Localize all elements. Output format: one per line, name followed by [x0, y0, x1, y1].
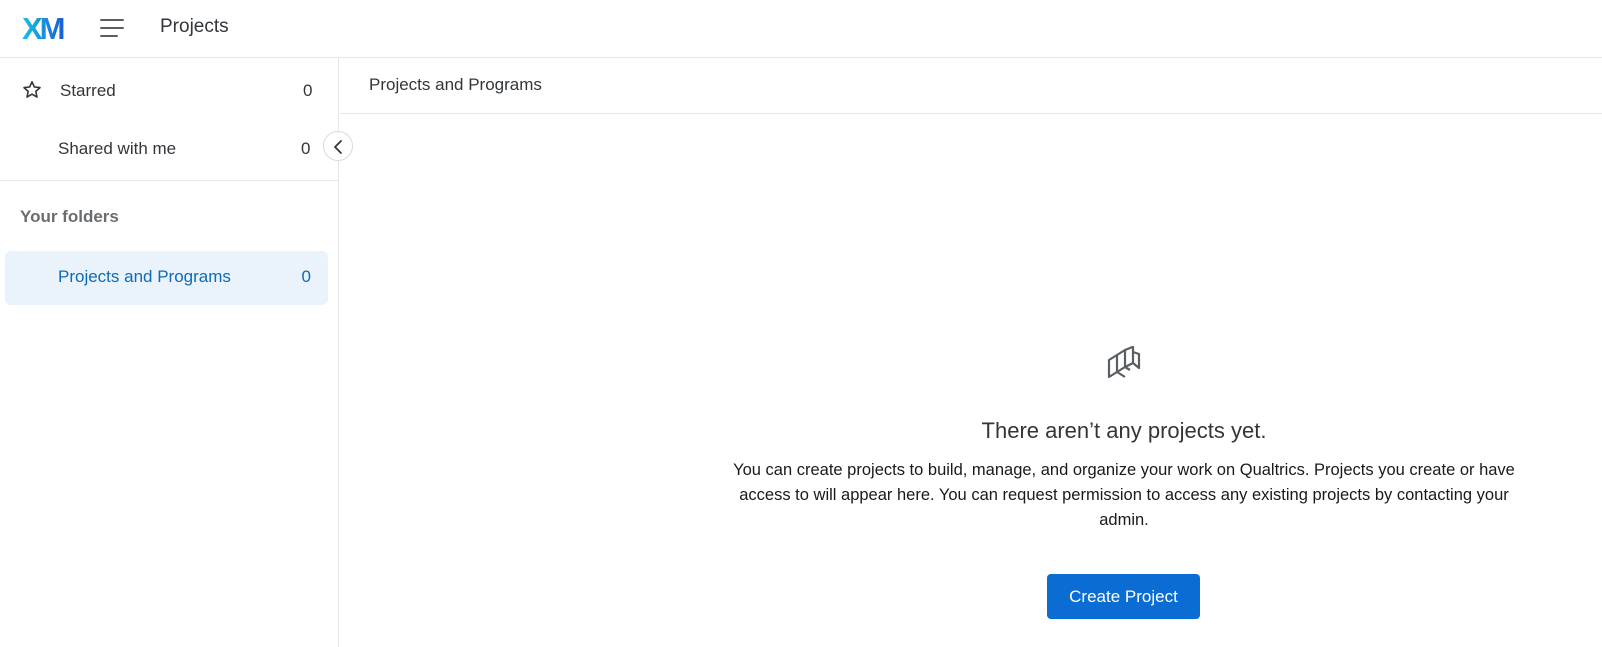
logo-text: XM	[22, 11, 64, 43]
star-icon	[23, 81, 41, 98]
breadcrumb: Projects and Programs	[340, 58, 1602, 114]
sidebar-item-shared-with-me[interactable]: Shared with me 0	[0, 124, 339, 176]
hamburger-menu-icon[interactable]	[98, 16, 126, 40]
sidebar-item-label: Shared with me	[58, 139, 177, 158]
sidebar-divider	[0, 180, 338, 181]
create-project-button[interactable]: Create Project	[1047, 574, 1200, 619]
sidebar-item-label: Starred	[60, 81, 116, 100]
breadcrumb-current: Projects and Programs	[369, 75, 542, 94]
app-title: Projects	[160, 16, 229, 37]
xm-logo[interactable]: XM	[22, 11, 70, 43]
top-bar: XM Projects	[0, 0, 1602, 58]
folder-label: Projects and Programs	[58, 267, 231, 286]
collapse-sidebar-button[interactable]	[323, 131, 353, 161]
sidebar-item-count: 0	[303, 81, 313, 100]
folder-item-projects-and-programs[interactable]: Projects and Programs 0	[5, 251, 328, 305]
folder-count: 0	[301, 267, 311, 286]
sidebar-item-count: 0	[301, 139, 311, 158]
your-folders-heading: Your folders	[20, 207, 119, 226]
chevron-left-icon	[334, 140, 342, 154]
sidebar: Starred 0 Shared with me 0 Your folders …	[0, 58, 339, 647]
sidebar-item-starred[interactable]: Starred 0	[0, 66, 339, 118]
main-content: Projects and Programs	[340, 58, 1602, 647]
